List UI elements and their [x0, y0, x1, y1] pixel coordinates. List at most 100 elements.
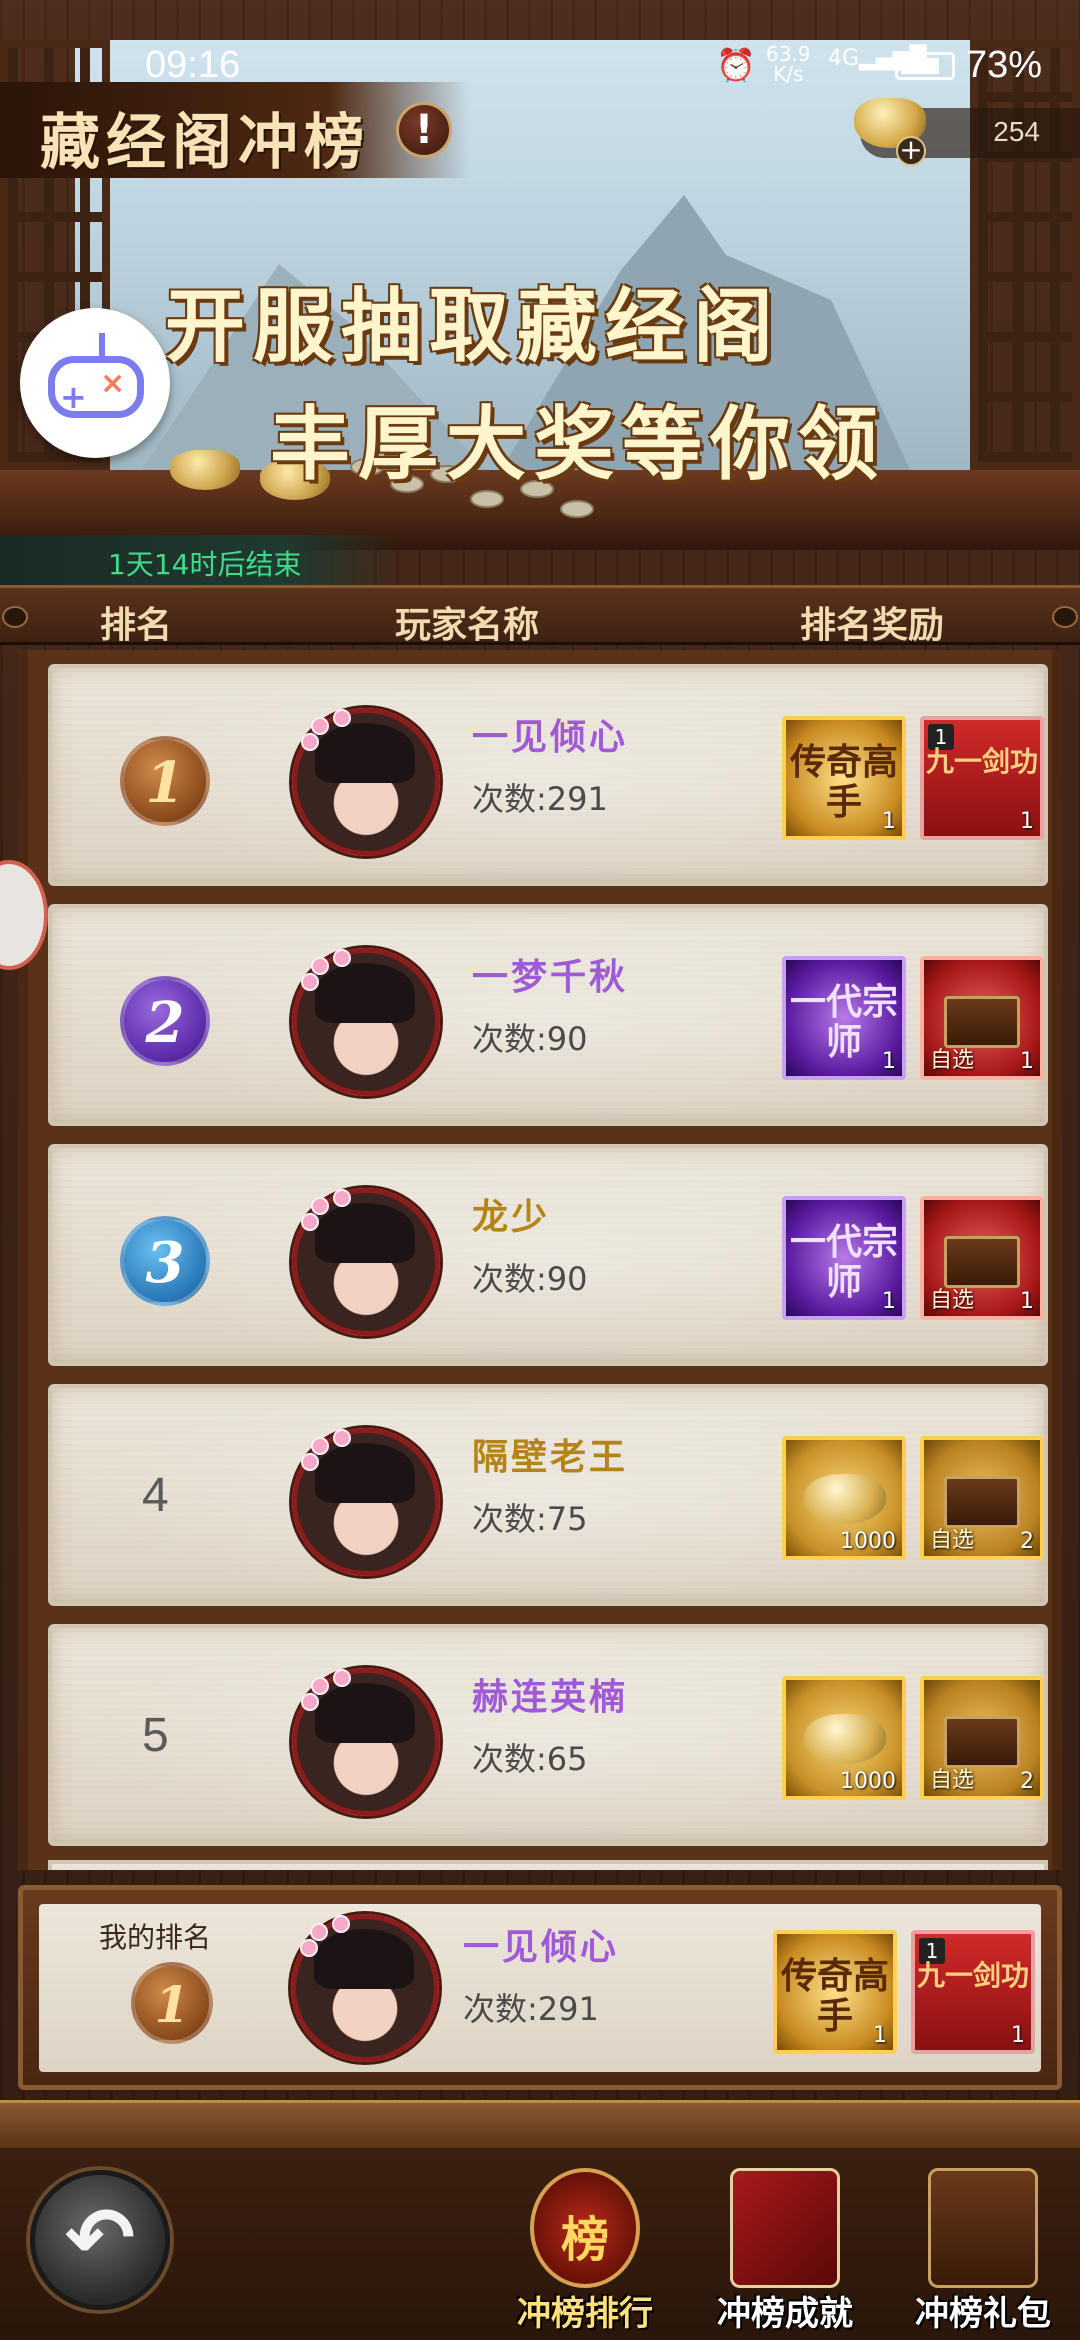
- avatar-hair: [314, 1929, 414, 1989]
- player-name: 赫连英楠: [472, 1676, 629, 1718]
- ranking-row[interactable]: 5 赫连英楠次数:65 1000 自选 2: [48, 1624, 1048, 1846]
- chest-icon: [944, 996, 1020, 1048]
- countdown-text: 1天14时后结束: [108, 548, 302, 581]
- back-button[interactable]: ↶: [30, 2170, 170, 2310]
- flower-icon: [311, 1677, 329, 1695]
- player-count: 次数:291: [472, 774, 608, 820]
- count-value: 291: [537, 1990, 599, 2028]
- tab-achievement-label: 冲榜成就: [717, 2294, 853, 2334]
- column-player: 玩家名称: [395, 604, 540, 646]
- chest-icon: [928, 2168, 1038, 2288]
- reward-quantity: 1: [1020, 809, 1034, 834]
- rank-medal: 1: [120, 736, 210, 826]
- reward-item-chest[interactable]: 自选 1: [920, 956, 1044, 1080]
- player-avatar[interactable]: [292, 1428, 440, 1576]
- reward-item-chest-gold[interactable]: 自选 2: [920, 1676, 1044, 1800]
- flower-icon: [301, 973, 319, 991]
- column-rank: 排名: [100, 604, 173, 646]
- net-speed: 63.9 K/s: [766, 44, 811, 84]
- reward-item-chest[interactable]: 自选 1: [920, 1196, 1044, 1320]
- net-speed-unit: K/s: [773, 62, 804, 86]
- ranking-row[interactable]: 1 一见倾心 次数:291 传奇高手 1 1 九一剑功 1: [48, 664, 1048, 886]
- reward-item-master[interactable]: 一代宗师 1: [782, 956, 906, 1080]
- status-bar: 09:16 ⏰ 63.9 K/s 4G▂▄▆█ 73%: [0, 0, 1080, 130]
- ranking-row[interactable]: 2 一梦千秋 次数:90 一代宗师 1 自选 1: [48, 904, 1048, 1126]
- player-avatar[interactable]: [292, 708, 440, 856]
- flower-icon: [311, 1437, 329, 1455]
- my-rank-panel: 我的排名 1 一见倾心 次数:291 传奇高手 1 1 九一剑功 1: [18, 1885, 1062, 2090]
- ranking-row[interactable]: 3 龙少 次数:90 一代宗师 1 自选 1: [48, 1144, 1048, 1366]
- my-rank-inner: 我的排名 1 一见倾心 次数:291 传奇高手 1 1 九一剑功 1: [39, 1904, 1041, 2072]
- reward-item-master[interactable]: 一代宗师 1: [782, 1196, 906, 1320]
- flower-icon: [310, 1923, 328, 1941]
- player-name: 一梦千秋: [472, 956, 629, 998]
- reward-item-legend[interactable]: 传奇高手 1: [782, 716, 906, 840]
- rank-number: 4: [142, 1469, 169, 1522]
- count-prefix: 次数:: [472, 1500, 547, 1538]
- reward-quantity: 1: [882, 1049, 896, 1074]
- ranking-list[interactable]: 1 一见倾心 次数:291 传奇高手 1 1 九一剑功 1 2 一梦千秋 次数:90 一代宗师 1 自选 1…: [18, 650, 1062, 1870]
- avatar-hair: [315, 963, 415, 1023]
- count-value: 90: [546, 1260, 588, 1298]
- rank-medal: 2: [120, 976, 210, 1066]
- player-name: 隔壁老王: [472, 1436, 629, 1478]
- reward-quantity: 1: [1020, 1289, 1034, 1314]
- reward-tag: 自选: [930, 1528, 975, 1553]
- reward-item-scroll[interactable]: 1 九一剑功 1: [920, 716, 1044, 840]
- floating-game-button[interactable]: + ×: [20, 308, 170, 458]
- gold-ingot-icon: [804, 1474, 886, 1524]
- tab-achievement[interactable]: 冲榜成就: [690, 2168, 880, 2340]
- flower-icon: [301, 1213, 319, 1231]
- my-avatar[interactable]: [291, 1914, 439, 2062]
- list-item-partial: [48, 1860, 1048, 1870]
- slogan-line-2: 丰厚大奖等你领: [270, 397, 886, 491]
- count-prefix: 次数:: [472, 1020, 547, 1058]
- gold-ingot-icon: [804, 1714, 886, 1764]
- count-prefix: 次数:: [472, 1260, 547, 1298]
- player-avatar[interactable]: [292, 1668, 440, 1816]
- reward-item-legend[interactable]: 传奇高手 1: [773, 1930, 897, 2054]
- rank-number: 5: [142, 1709, 169, 1762]
- header-knob-left: [2, 606, 28, 628]
- reward-quantity: 1000: [840, 1529, 896, 1554]
- flower-icon: [333, 949, 351, 967]
- network-type: 4G: [828, 46, 860, 71]
- avatar-hair: [315, 1683, 415, 1743]
- count-prefix: 次数:: [472, 1740, 547, 1778]
- reward-quantity: 2: [1020, 1769, 1034, 1794]
- count-value: 90: [546, 1020, 588, 1058]
- reward-tag: 自选: [930, 1048, 975, 1073]
- my-rank-label: 我的排名: [99, 1921, 212, 1954]
- my-rank-medal: 1: [131, 1962, 213, 2044]
- player-count: 次数:65: [472, 1734, 588, 1780]
- reward-glyph: 九一剑功: [925, 745, 1038, 778]
- ranking-row[interactable]: 4 隔壁老王 次数:75 1000 自选 2: [48, 1384, 1048, 1606]
- add-currency-button[interactable]: +: [896, 136, 926, 166]
- player-count: 次数:90: [472, 1014, 588, 1060]
- reward-quantity: 1: [882, 1289, 896, 1314]
- count-value: 65: [546, 1740, 588, 1778]
- ranking-scroll-icon: 榜: [530, 2168, 640, 2288]
- player-avatar[interactable]: [292, 1188, 440, 1336]
- dpad-icon: +: [60, 378, 87, 416]
- avatar-hair: [315, 1203, 415, 1263]
- reward-item-ingot[interactable]: 1000: [782, 1436, 906, 1560]
- reward-item-scroll[interactable]: 1 九一剑功 1: [911, 1930, 1035, 2054]
- tab-ranking[interactable]: 榜 冲榜排行: [490, 2168, 680, 2340]
- count-value: 291: [546, 780, 608, 818]
- reward-item-ingot[interactable]: 1000: [782, 1676, 906, 1800]
- reward-item-chest-gold[interactable]: 自选 2: [920, 1436, 1044, 1560]
- chest-icon: [944, 1716, 1020, 1768]
- status-time: 09:16: [145, 44, 241, 86]
- tab-gift-pack-label: 冲榜礼包: [915, 2294, 1051, 2334]
- player-avatar[interactable]: [292, 948, 440, 1096]
- flower-icon: [333, 1429, 351, 1447]
- flower-icon: [333, 1669, 351, 1687]
- slogan-line-1: 开服抽取藏经阁: [165, 279, 781, 373]
- flower-icon: [311, 717, 329, 735]
- ranking-icon-text: 榜: [560, 2212, 609, 2268]
- column-header: 排名 玩家名称 排名奖励: [0, 585, 1080, 646]
- battery-percent: 73%: [966, 44, 1043, 86]
- flower-icon: [301, 733, 319, 751]
- tab-gift-pack[interactable]: 冲榜礼包: [888, 2168, 1078, 2340]
